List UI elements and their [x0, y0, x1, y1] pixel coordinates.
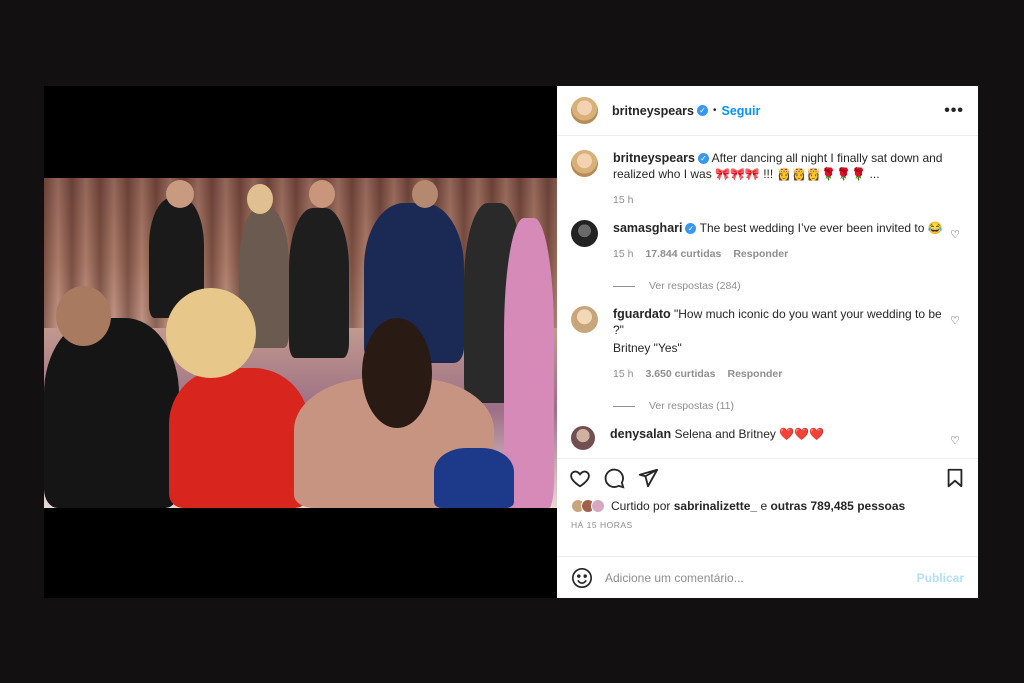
comment-text: The best wedding I’ve ever been invited …: [699, 221, 943, 235]
comment-author[interactable]: fguardato: [613, 307, 671, 321]
publish-button[interactable]: Publicar: [917, 571, 964, 585]
caption-author[interactable]: britneyspears: [613, 151, 695, 165]
likes-others[interactable]: outras 789,485 pessoas: [770, 499, 905, 513]
post-sidebar: britneyspears ✓ • Seguir ••• britneyspea…: [557, 86, 978, 598]
caption-time[interactable]: 15 h: [613, 192, 633, 208]
likes-user[interactable]: sabrinalizette_: [674, 499, 757, 513]
photo-figure: [247, 184, 273, 214]
photo-figure: [362, 318, 432, 428]
comment-text-line2: Britney "Yes": [613, 341, 682, 355]
post-timestamp[interactable]: HÁ 15 HORAS: [557, 516, 978, 542]
likes-prefix: Curtido por: [611, 499, 671, 513]
photo-figure: [309, 180, 335, 208]
verified-icon: ✓: [685, 223, 697, 235]
photo-figure: [44, 318, 179, 508]
post-header: britneyspears ✓ • Seguir •••: [557, 86, 978, 136]
comment-time[interactable]: 15 h: [613, 246, 633, 262]
separator-dot: •: [712, 105, 717, 116]
post-modal: britneyspears ✓ • Seguir ••• britneyspea…: [44, 86, 978, 598]
photo-figure: [166, 180, 194, 208]
avatar[interactable]: [571, 97, 598, 124]
more-icon[interactable]: •••: [944, 102, 964, 120]
avatar[interactable]: [571, 220, 598, 247]
liker-avatars: [571, 499, 605, 513]
comment-item: fguardato "How much iconic do you want y…: [571, 306, 964, 414]
comments-list[interactable]: britneyspears ✓ After dancing all night I…: [557, 136, 978, 458]
comment-author[interactable]: denysalan: [610, 427, 671, 441]
heart-icon[interactable]: [569, 467, 591, 489]
comment-item: samasghari ✓ The best wedding I’ve ever b…: [571, 220, 964, 294]
verified-icon: ✓: [696, 105, 708, 116]
comment-heart-icon[interactable]: ♡: [950, 228, 960, 241]
view-replies-label: Ver respostas (11): [649, 400, 735, 412]
photo-figure: [169, 368, 309, 508]
likes-summary: Curtido por sabrinalizette_ e outras 789…: [557, 496, 978, 516]
comment-author[interactable]: samasghari: [613, 221, 682, 235]
comment-heart-icon[interactable]: ♡: [950, 314, 960, 327]
comment-heart-icon[interactable]: ♡: [950, 434, 960, 447]
replies-line: [613, 405, 635, 407]
comment-item: denysalan Selena and Britney ❤️❤️❤️ ♡: [571, 426, 964, 450]
follow-button[interactable]: Seguir: [722, 104, 761, 118]
action-bar: [557, 458, 978, 496]
avatar: [591, 499, 605, 513]
view-replies[interactable]: Ver respostas (11): [613, 398, 943, 414]
emoji-icon[interactable]: [571, 567, 593, 589]
add-comment-bar: Publicar: [557, 556, 978, 598]
avatar[interactable]: [571, 150, 598, 177]
photo-figure: [289, 208, 349, 358]
comment-hearts: ❤️❤️❤️: [779, 427, 825, 441]
photo-figure: [412, 180, 438, 208]
reply-button[interactable]: Responder: [727, 366, 782, 382]
comment-likes[interactable]: 3.650 curtidas: [645, 366, 715, 382]
comment-input[interactable]: [605, 570, 917, 585]
avatar[interactable]: [571, 306, 598, 333]
replies-line: [613, 285, 635, 287]
post-media[interactable]: [44, 86, 557, 598]
comment-text: Selena and Britney: [674, 427, 776, 441]
likes-middle: e: [760, 499, 768, 513]
avatar[interactable]: [571, 426, 595, 450]
bookmark-icon[interactable]: [944, 467, 966, 489]
caption: britneyspears ✓ After dancing all night I…: [571, 150, 964, 208]
share-icon[interactable]: [637, 467, 659, 489]
author-username[interactable]: britneyspears: [612, 104, 694, 118]
reply-button[interactable]: Responder: [733, 246, 788, 262]
post-photo[interactable]: [44, 178, 557, 508]
photo-figure: [56, 286, 111, 346]
photo-figure: [166, 288, 256, 378]
verified-icon: ✓: [697, 153, 709, 165]
comment-time[interactable]: 15 h: [613, 366, 633, 382]
view-replies[interactable]: Ver respostas (284): [613, 278, 943, 294]
view-replies-label: Ver respostas (284): [649, 280, 741, 292]
comment-likes[interactable]: 17.844 curtidas: [645, 246, 721, 262]
comment-icon[interactable]: [603, 467, 625, 489]
photo-figure: [434, 448, 514, 508]
